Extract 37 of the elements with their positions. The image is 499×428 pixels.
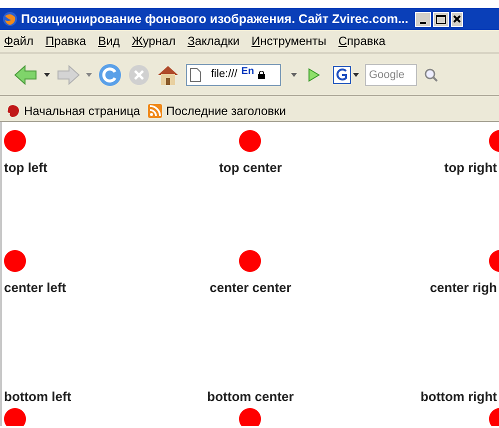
position-label: top right — [444, 159, 497, 177]
search-field[interactable]: Google — [365, 64, 417, 86]
rss-icon — [148, 104, 162, 118]
page-icon — [190, 68, 201, 82]
go-icon[interactable] — [307, 68, 321, 82]
menu-item[interactable]: Журнал — [132, 32, 176, 50]
lock-icon — [258, 70, 266, 78]
close-button[interactable] — [451, 12, 464, 26]
search-icon[interactable] — [423, 66, 439, 82]
dropdown-arrow-icon[interactable] — [353, 72, 359, 76]
browser-logo-icon — [2, 11, 18, 27]
position-label: bottom right — [420, 388, 497, 406]
position-label: center center — [210, 279, 292, 298]
bookmark-link[interactable]: Начальная страница — [24, 102, 140, 120]
position-label: bottom left — [4, 388, 72, 406]
reload-icon[interactable] — [98, 62, 122, 86]
menu-item[interactable]: Инструменты — [252, 32, 326, 50]
window-title: Позиционирование фонового изображения. Сайт Zvirec.com... — [21, 10, 408, 28]
minimize-button[interactable] — [415, 12, 432, 26]
back-arrow-icon[interactable] — [14, 64, 38, 86]
menu-item[interactable]: Вид — [98, 32, 120, 50]
position-label: top left — [4, 159, 48, 177]
search-engine-icon[interactable] — [333, 66, 351, 84]
menu-item[interactable]: Справка — [338, 32, 386, 50]
position-label: top center — [219, 159, 282, 177]
dropdown-arrow-icon[interactable] — [44, 72, 50, 76]
language-label: En — [241, 66, 254, 76]
bookmark-link[interactable]: Последние заголовки — [166, 102, 286, 120]
position-label: center righ — [430, 279, 497, 298]
address-field[interactable]: file:/// En — [186, 64, 281, 86]
menu-item[interactable]: Закладки — [188, 32, 240, 50]
menu-item[interactable]: Файл — [4, 32, 34, 50]
menu-item[interactable]: Правка — [46, 32, 86, 50]
position-label: center left — [4, 279, 66, 298]
position-label: bottom center — [207, 388, 294, 406]
maximize-button[interactable] — [433, 12, 450, 26]
home-icon[interactable] — [156, 64, 180, 86]
